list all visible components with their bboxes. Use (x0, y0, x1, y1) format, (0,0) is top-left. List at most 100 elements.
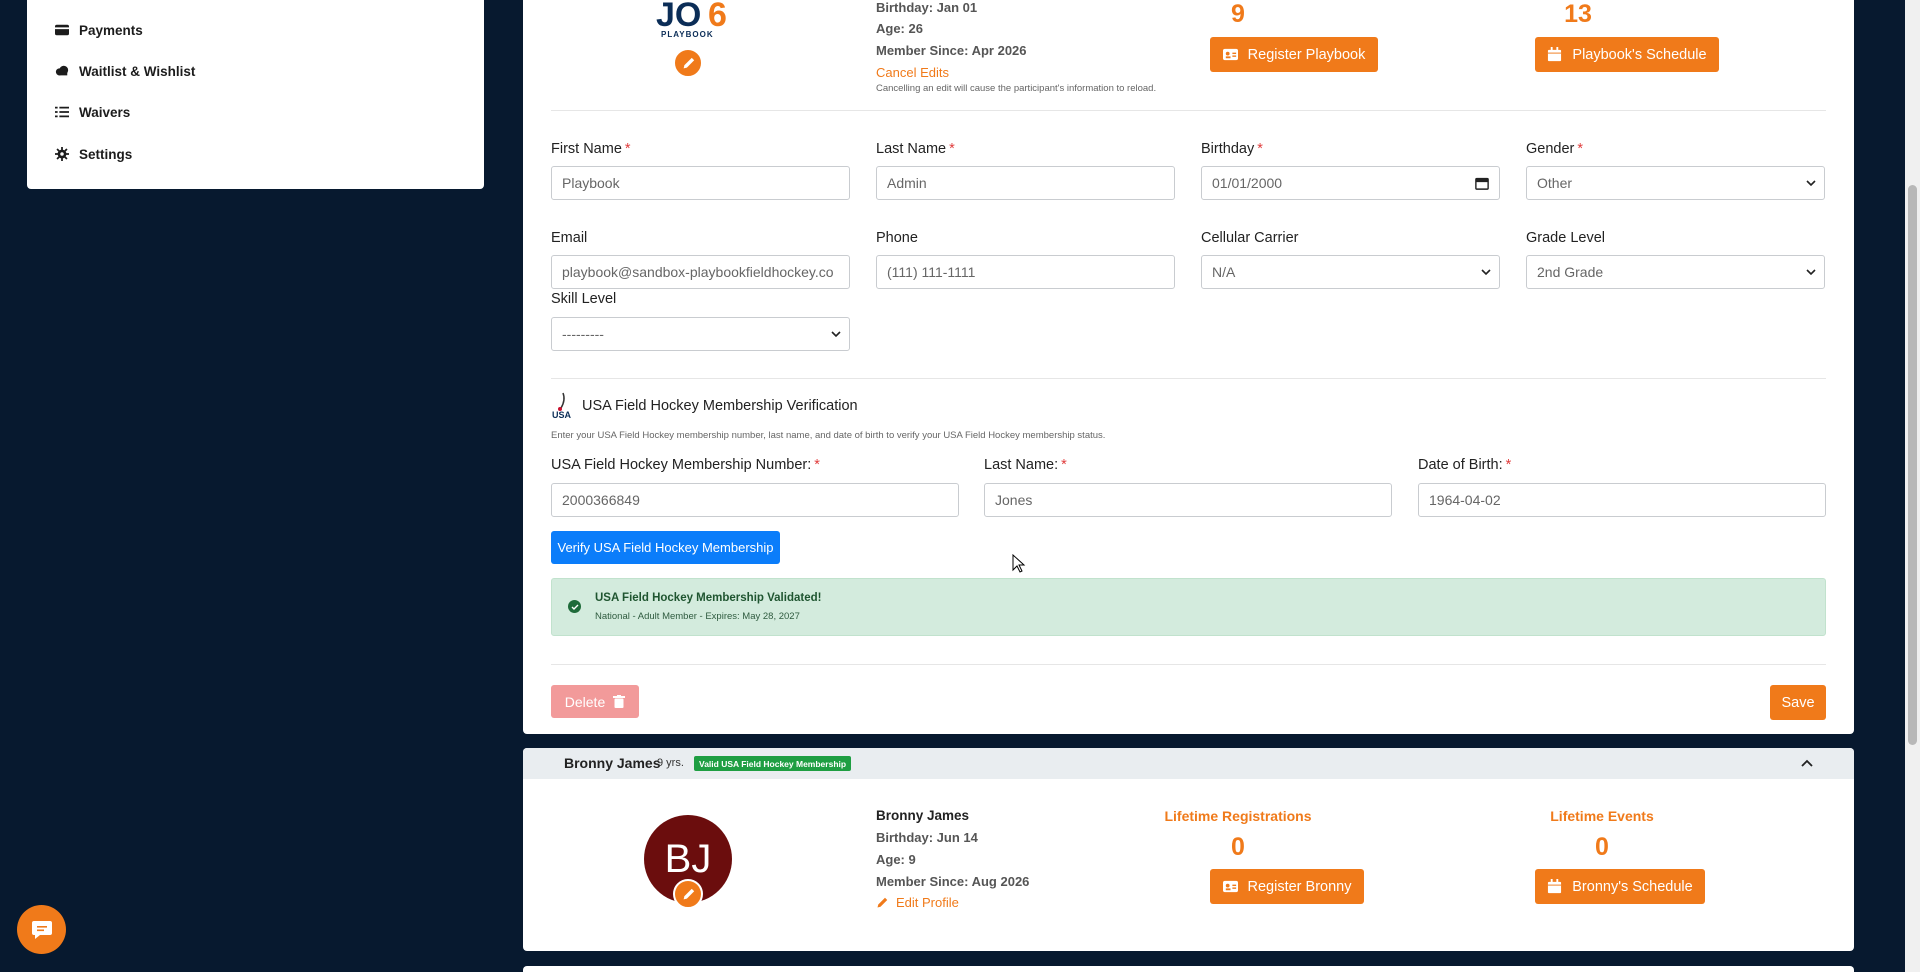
cancel-edits-note: Cancelling an edit will cause the partic… (876, 83, 1157, 94)
usa-section-subtitle: Enter your USA Field Hockey membership n… (551, 430, 1106, 441)
edit-avatar-button[interactable] (673, 879, 703, 909)
sidebar-item-waitlist[interactable]: Waitlist & Wishlist (55, 56, 195, 86)
registrations-count: 9 (1231, 0, 1245, 28)
register-bronny-button[interactable]: Register Bronny (1210, 869, 1364, 904)
scrollbar-thumb[interactable] (1908, 185, 1917, 745)
participant-age: Age: 9 (876, 852, 916, 867)
sidebar-item-label: Waivers (79, 104, 131, 120)
id-card-icon (1222, 880, 1238, 893)
svg-text:JO: JO (656, 0, 701, 34)
participant-birthday: Birthday: Jan 01 (876, 0, 978, 15)
chevron-up-icon[interactable] (1800, 756, 1814, 770)
chat-icon (31, 920, 52, 939)
bronny-schedule-label: Bronny's Schedule (1572, 878, 1693, 895)
lifetime-events-count: 0 (1595, 833, 1609, 861)
membership-status-badge: Valid USA Field Hockey Membership (694, 756, 852, 771)
edit-profile-label: Edit Profile (896, 895, 959, 910)
edit-avatar-button[interactable] (673, 48, 703, 78)
usa-last-name-label: Last Name: * (984, 457, 1067, 473)
birthday-input[interactable]: 01/01/2000 (1201, 166, 1500, 200)
chat-button[interactable] (17, 905, 66, 954)
divider (551, 664, 1826, 665)
bronny-schedule-button[interactable]: Bronny's Schedule (1535, 869, 1705, 904)
first-name-input[interactable]: Playbook (551, 166, 850, 200)
usa-number-input[interactable]: 2000366849 (551, 483, 959, 517)
playbook-schedule-label: Playbook's Schedule (1572, 46, 1707, 63)
id-card-icon (1222, 48, 1238, 61)
chevron-down-icon (1806, 269, 1816, 276)
carrier-label: Cellular Carrier (1201, 230, 1299, 246)
gender-label: Gender * (1526, 141, 1584, 157)
email-label: Email (551, 230, 588, 246)
participant-header-name: Bronny James (564, 755, 661, 771)
skill-value: --------- (562, 326, 604, 342)
birthday-value: 01/01/2000 (1212, 175, 1283, 191)
calendar-icon[interactable] (1475, 176, 1489, 190)
cancel-edits-link[interactable]: Cancel Edits (876, 65, 949, 80)
register-bronny-label: Register Bronny (1247, 878, 1352, 895)
skill-label: Skill Level (551, 291, 617, 307)
pencil-icon (683, 57, 694, 68)
events-count: 13 (1564, 0, 1592, 28)
register-playbook-label: Register Playbook (1247, 46, 1366, 63)
verify-membership-button[interactable]: Verify USA Field Hockey Membership (551, 531, 780, 564)
page-scrollbar[interactable] (1905, 0, 1920, 972)
carrier-select[interactable]: N/A (1201, 255, 1500, 289)
logo-text: PLAYBOOK (661, 30, 714, 39)
participant-card-bronny: Bronny James 9 yrs. Valid USA Field Hock… (523, 748, 1854, 951)
participant-card-header[interactable]: Bronny James 9 yrs. Valid USA Field Hock… (523, 748, 1854, 779)
chevron-down-icon (831, 331, 841, 338)
usa-last-name-input[interactable]: Jones (984, 483, 1392, 517)
next-participant-card (523, 966, 1854, 972)
participant-member-since: Member Since: Apr 2026 (876, 43, 1027, 58)
playbook-logo-icon: JO 6 (656, 0, 727, 34)
phone-field[interactable]: (111) 111-1111 (876, 255, 1175, 289)
validated-alert: USA Field Hockey Membership Validated! N… (551, 578, 1826, 636)
grade-select[interactable]: 2nd Grade (1526, 255, 1825, 289)
chevron-down-icon (1481, 269, 1491, 276)
gender-select[interactable]: Other (1526, 166, 1825, 200)
list-check-icon (55, 106, 69, 118)
participant-header-age: 9 yrs. (657, 757, 684, 769)
edit-profile-link[interactable]: Edit Profile (876, 895, 959, 910)
lifetime-events-label: Lifetime Events (1550, 808, 1654, 824)
sidebar-item-label: Waitlist & Wishlist (79, 63, 196, 79)
sidebar-item-waivers[interactable]: Waivers (55, 97, 130, 127)
first-name-label: First Name * (551, 141, 631, 157)
participant-name: Bronny James (876, 808, 970, 823)
sidebar-item-label: Settings (79, 146, 133, 162)
participant-age: Age: 26 (876, 21, 923, 36)
email-field[interactable]: playbook@sandbox-playbookfieldhockey.co (551, 255, 850, 289)
usa-field-hockey-logo-icon: USA (552, 392, 572, 420)
sidebar: Payments Waitlist & Wishlist Waivers Set… (27, 0, 484, 189)
validated-title: USA Field Hockey Membership Validated! (595, 592, 822, 604)
playbook-schedule-button[interactable]: Playbook's Schedule (1535, 37, 1719, 72)
mouse-cursor-icon (1012, 554, 1026, 573)
last-name-input[interactable]: Admin (876, 166, 1175, 200)
gear-icon (55, 147, 69, 161)
pencil-icon (683, 888, 694, 899)
calendar-icon (1548, 879, 1562, 894)
lifetime-registrations-count: 0 (1231, 833, 1245, 861)
delete-label: Delete (564, 693, 606, 710)
participant-edit-card: JO 6 PLAYBOOK Birthday: Jan 01 Age: 26 M… (523, 0, 1854, 734)
sidebar-item-label: Payments (79, 22, 143, 38)
last-name-label: Last Name * (876, 141, 955, 157)
save-button[interactable]: Save (1770, 685, 1826, 720)
skill-select[interactable]: --------- (551, 317, 850, 351)
svg-text:6: 6 (708, 0, 727, 34)
usa-dob-label: Date of Birth: * (1418, 457, 1512, 473)
usa-logo-text: USA (552, 410, 572, 420)
usa-dob-input[interactable]: 1964-04-02 (1418, 483, 1826, 517)
phone-label: Phone (876, 230, 918, 246)
delete-button[interactable]: Delete (551, 685, 639, 718)
carrier-value: N/A (1212, 264, 1236, 280)
divider (551, 378, 1826, 379)
participant-birthday: Birthday: Jun 14 (876, 830, 978, 845)
register-playbook-button[interactable]: Register Playbook (1210, 37, 1378, 72)
sidebar-item-payments[interactable]: Payments (55, 15, 143, 45)
participant-member-since: Member Since: Aug 2026 (876, 874, 1030, 889)
sidebar-item-settings[interactable]: Settings (55, 139, 132, 169)
grade-value: 2nd Grade (1537, 264, 1604, 280)
check-circle-icon (568, 600, 581, 613)
